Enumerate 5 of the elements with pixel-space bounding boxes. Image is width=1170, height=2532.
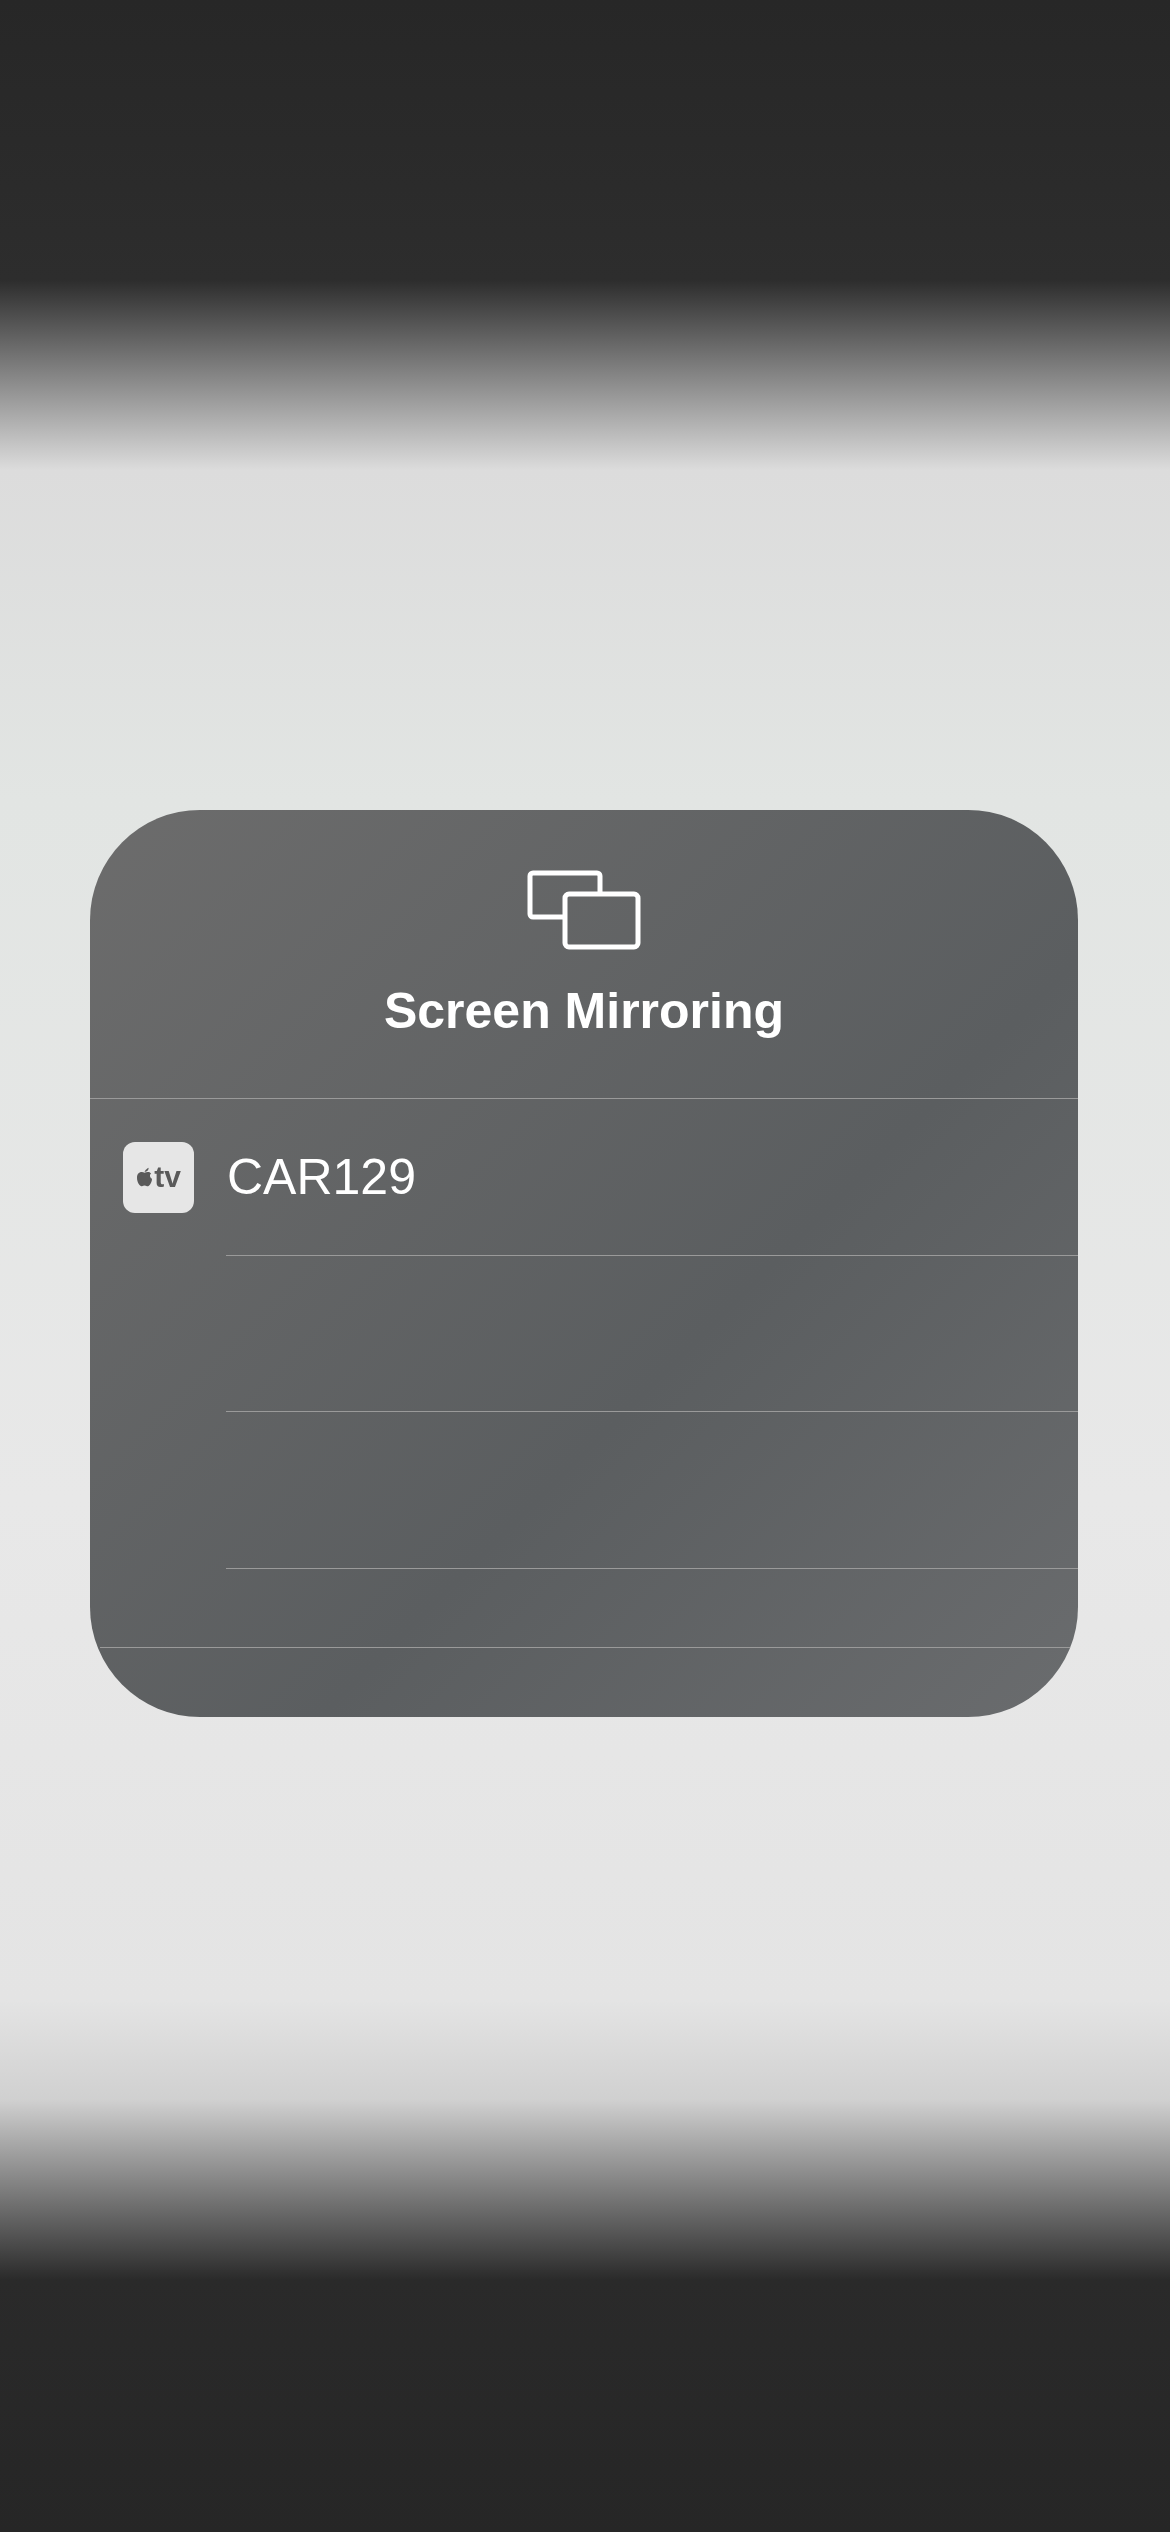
- panel-title: Screen Mirroring: [383, 982, 785, 1040]
- screen-mirroring-icon: [527, 870, 641, 950]
- apple-tv-icon: tv: [123, 1141, 194, 1213]
- device-name: CAR129: [227, 1148, 416, 1206]
- device-row[interactable]: tv CAR129: [90, 1099, 1078, 1255]
